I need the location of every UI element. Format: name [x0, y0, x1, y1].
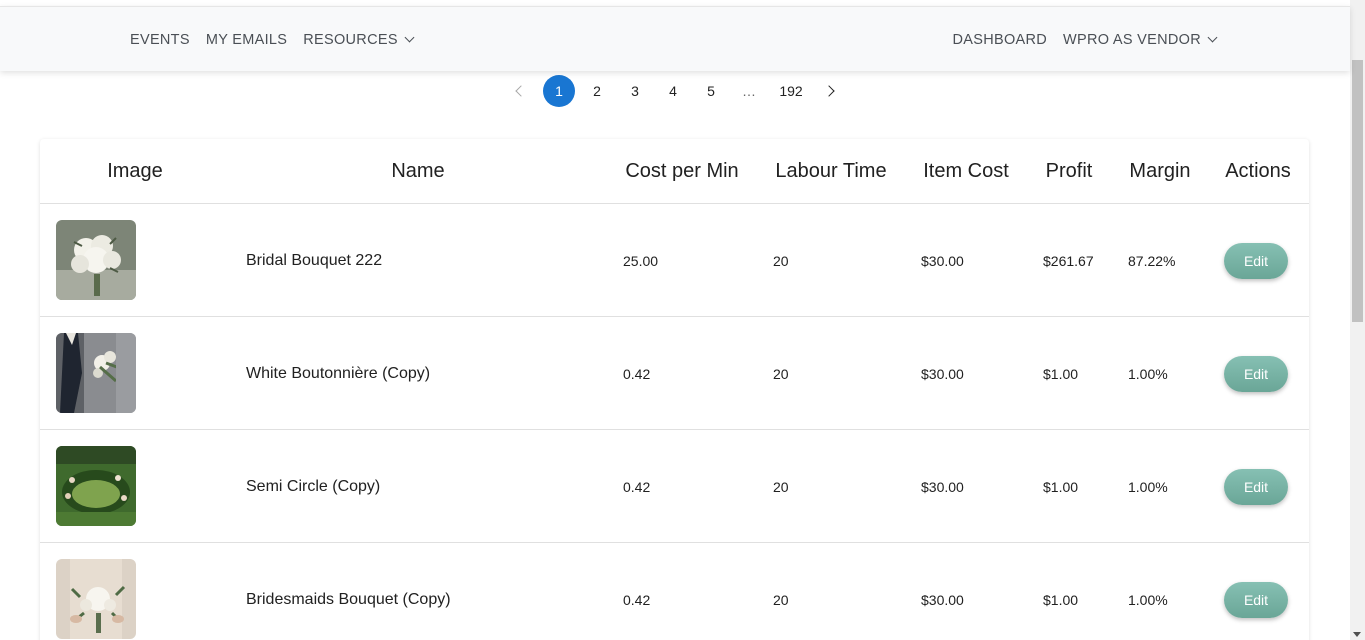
row-profit: $1.00	[1043, 365, 1079, 382]
table-row: Semi Circle (Copy) 0.42 20 $30.00 $1.00 …	[40, 430, 1309, 543]
row-item-cost: $30.00	[921, 252, 964, 269]
nav-right-group: DASHBOARD WPRO AS VENDOR	[952, 7, 1218, 72]
edit-button[interactable]: Edit	[1224, 582, 1288, 618]
row-labour-time: 20	[773, 365, 789, 382]
page-last-button[interactable]: 192	[771, 75, 811, 107]
row-item-cost: $30.00	[921, 478, 964, 495]
row-name: Semi Circle (Copy)	[246, 477, 381, 495]
header-name: Name	[391, 160, 445, 182]
header-actions: Actions	[1225, 160, 1291, 182]
scroll-down-arrow-icon[interactable]	[1353, 632, 1361, 637]
row-name: Bridal Bouquet 222	[246, 251, 383, 269]
page-3-button[interactable]: 3	[619, 75, 651, 107]
boutonniere-thumbnail	[56, 333, 136, 413]
next-page-button[interactable]	[813, 75, 845, 107]
row-margin: 1.00%	[1128, 478, 1168, 495]
nav-left-group: EVENTS MY EMAILS RESOURCES	[130, 7, 415, 72]
row-labour-time: 20	[773, 252, 789, 269]
edit-button[interactable]: Edit	[1224, 469, 1288, 505]
row-margin: 1.00%	[1128, 365, 1168, 382]
page-4-button[interactable]: 4	[657, 75, 689, 107]
nav-events-link[interactable]: EVENTS	[130, 32, 190, 48]
row-cost-per-min: 25.00	[623, 252, 659, 269]
row-item-cost: $30.00	[921, 365, 964, 382]
row-cost-per-min: 0.42	[623, 478, 651, 495]
header-labour-time: Labour Time	[775, 160, 887, 182]
page-2-button[interactable]: 2	[581, 75, 613, 107]
pagination-ellipsis: …	[742, 83, 756, 99]
table-row: Bridal Bouquet 222 25.00 20 $30.00 $261.…	[40, 204, 1309, 317]
nav-dashboard-label: DASHBOARD	[952, 31, 1048, 48]
page-5-button[interactable]: 5	[695, 75, 727, 107]
scrollbar-thumb[interactable]	[1352, 60, 1363, 322]
prev-page-button[interactable]	[505, 75, 537, 107]
bridesmaids-bouquet-thumbnail	[56, 559, 136, 639]
pagination: 1 2 3 4 5 … 192	[505, 75, 845, 107]
chevron-right-icon	[823, 85, 835, 97]
edit-button[interactable]: Edit	[1224, 243, 1288, 279]
top-navbar: EVENTS MY EMAILS RESOURCES DASHBOARD WPR…	[0, 6, 1350, 71]
row-labour-time: 20	[773, 591, 789, 608]
row-cost-per-min: 0.42	[623, 365, 651, 382]
row-cost-per-min: 0.42	[623, 591, 651, 608]
table-header: Image Name Cost per Min Labour Time Item…	[40, 139, 1309, 204]
nav-my-emails-link[interactable]: MY EMAILS	[206, 32, 287, 48]
chevron-down-icon	[404, 32, 415, 43]
bridal-bouquet-thumbnail	[56, 220, 136, 300]
table-row: White Boutonnière (Copy) 0.42 20 $30.00 …	[40, 317, 1309, 430]
row-name: Bridesmaids Bouquet (Copy)	[246, 590, 451, 608]
nav-resources-dropdown[interactable]: RESOURCES	[303, 31, 415, 48]
edit-button[interactable]: Edit	[1224, 356, 1288, 392]
nav-dashboard-link[interactable]: DASHBOARD	[952, 32, 1047, 48]
header-profit: Profit	[1045, 160, 1093, 182]
row-labour-time: 20	[773, 478, 789, 495]
header-item-cost: Item Cost	[923, 160, 1009, 182]
row-margin: 1.00%	[1128, 591, 1168, 608]
chevron-down-icon	[1207, 32, 1218, 43]
semi-circle-thumbnail	[56, 446, 136, 526]
vertical-scrollbar[interactable]	[1350, 0, 1365, 640]
nav-vendor-label: WPRO AS VENDOR	[1063, 31, 1201, 48]
row-item-cost: $30.00	[921, 591, 964, 608]
products-table: Image Name Cost per Min Labour Time Item…	[40, 139, 1309, 640]
row-name: White Boutonnière (Copy)	[246, 364, 431, 382]
nav-vendor-dropdown[interactable]: WPRO AS VENDOR	[1063, 31, 1218, 48]
page-1-button[interactable]: 1	[543, 75, 575, 107]
header-cost-per-min: Cost per Min	[625, 160, 739, 182]
header-margin: Margin	[1129, 160, 1191, 182]
nav-my-emails-label: MY EMAILS	[205, 31, 288, 48]
row-profit: $1.00	[1043, 478, 1079, 495]
table-row: Bridesmaids Bouquet (Copy) 0.42 20 $30.0…	[40, 543, 1309, 640]
nav-resources-label: RESOURCES	[303, 31, 398, 48]
row-profit: $1.00	[1043, 591, 1079, 608]
row-profit: $261.67	[1043, 252, 1094, 269]
row-margin: 87.22%	[1128, 252, 1176, 269]
chevron-left-icon	[515, 85, 527, 97]
nav-events-label: EVENTS	[130, 31, 190, 48]
header-image: Image	[107, 160, 163, 182]
